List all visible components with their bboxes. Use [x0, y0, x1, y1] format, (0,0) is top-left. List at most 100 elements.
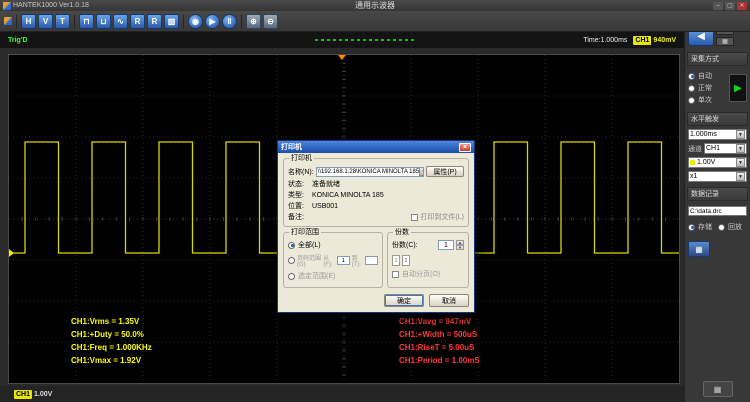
- printer-name-label: 名称(N):: [288, 167, 314, 177]
- radio-selected-icon: [288, 242, 295, 249]
- printer-name-value: \\192.168.1.28\KONICA MINOLTA 185: [318, 169, 420, 175]
- chevron-down-icon: ▼: [736, 172, 745, 181]
- ok-button[interactable]: 确定: [384, 294, 424, 307]
- printer-type-label: 类型:: [288, 190, 312, 200]
- chevron-down-icon: ▼: [736, 158, 745, 167]
- close-icon[interactable]: ✕: [737, 2, 747, 10]
- volts-div-value: 1.00V: [697, 159, 736, 166]
- record-play-label: 回放: [728, 222, 742, 232]
- acq-single-label: 单次: [698, 95, 712, 105]
- maximize-icon[interactable]: ▢: [725, 2, 735, 10]
- panel-grid-icon[interactable]: ▦: [716, 37, 734, 46]
- channel-value: CH1: [706, 145, 736, 152]
- timebase-value: 1.000ms: [690, 131, 736, 138]
- volts-div-select[interactable]: 1.00V ▼: [688, 157, 747, 168]
- range-pages-label: 页码范围(G): [297, 253, 321, 268]
- range-selection-label: 选定范围(E): [298, 271, 335, 281]
- toolbar: H V T ⊓ ⊔ ∿ R R ▥ ◉ ▶ ‖ ⊕ ⊖: [0, 11, 750, 32]
- measure-grid-button[interactable]: ▥: [164, 14, 179, 29]
- record-save-label: 存储: [698, 222, 712, 232]
- ref-wave-button[interactable]: R: [130, 14, 145, 29]
- zoom-out-icon[interactable]: ⊖: [263, 14, 278, 29]
- square-wave-button[interactable]: ⊓: [79, 14, 94, 29]
- ch1-color-chip: [690, 160, 695, 165]
- range-pages-radio[interactable]: 页码范围(G) 从(F): 到(T):: [288, 253, 378, 268]
- record-play-radio[interactable]: 回放: [718, 222, 742, 232]
- collate-checkbox[interactable]: 自动分页(O): [392, 269, 464, 279]
- horizontal-menu-button[interactable]: H: [21, 14, 36, 29]
- copies-count-label: 份数(C):: [392, 240, 418, 250]
- page-icon: 2: [402, 255, 410, 266]
- print-to-file-checkbox[interactable]: 打印到文件(L): [411, 212, 464, 222]
- radio-icon: [688, 85, 695, 92]
- record-path-input[interactable]: [688, 206, 747, 216]
- spin-down-icon[interactable]: ▼: [456, 245, 464, 250]
- trigger-menu-button[interactable]: T: [55, 14, 70, 29]
- acq-auto-radio[interactable]: 自动: [688, 71, 726, 81]
- range-all-radio[interactable]: 全部(L): [288, 240, 378, 250]
- cancel-button[interactable]: 取消: [429, 294, 469, 307]
- timebase-readout: Time:1.000ms: [583, 37, 627, 44]
- measurement-line: CH1:+Width = 500uS: [399, 328, 480, 341]
- measurements-right: CH1:Vavg = 947mV CH1:+Width = 500uS CH1:…: [399, 315, 480, 367]
- ch1-badge: CH1: [633, 36, 651, 45]
- timebase-select[interactable]: 1.000ms ▼: [688, 129, 747, 140]
- printer-comment-label: 备注:: [288, 212, 312, 222]
- printer-group-label: 打印机: [289, 155, 314, 162]
- run-button[interactable]: ▶: [205, 14, 220, 29]
- printer-name-select[interactable]: \\192.168.1.28\KONICA MINOLTA 185 ▼: [316, 167, 424, 177]
- record-button[interactable]: ◉: [188, 14, 203, 29]
- copies-group-label: 份数: [393, 229, 411, 236]
- record-settings-icon[interactable]: ▦: [688, 241, 710, 257]
- status-bar: Trig'D Time:1.000ms CH1 940mV: [0, 32, 684, 48]
- horizontal-section-header: 水平触发: [687, 112, 748, 126]
- ch1-badge-bottom[interactable]: CH1: [14, 390, 32, 399]
- app-title: 通用示波器: [0, 0, 750, 11]
- chevron-down-icon: ▼: [736, 130, 745, 139]
- ref-wave2-button[interactable]: R: [147, 14, 162, 29]
- zoom-in-icon[interactable]: ⊕: [246, 14, 261, 29]
- to-label: 到(T):: [352, 253, 363, 268]
- radio-icon: [288, 273, 295, 280]
- toolbar-separator: [16, 15, 17, 28]
- display-grid-icon[interactable]: ▦: [703, 381, 733, 397]
- printer-status-label: 状态:: [288, 179, 312, 189]
- probe-select[interactable]: x1 ▼: [688, 171, 747, 182]
- from-page-input[interactable]: [337, 256, 350, 265]
- oscilloscope-app: HANTEK1000 Ver1.0.18 通用示波器 – ▢ ✕ H V T ⊓…: [0, 0, 750, 402]
- toolbar-logo-icon: [4, 17, 12, 25]
- square-wave2-button[interactable]: ⊔: [96, 14, 111, 29]
- dialog-close-icon[interactable]: ×: [459, 143, 471, 152]
- printer-properties-button[interactable]: 属性(P): [426, 166, 464, 177]
- acq-single-radio[interactable]: 单次: [688, 95, 726, 105]
- pause-button[interactable]: ‖: [222, 14, 237, 29]
- radio-selected-icon: [688, 73, 695, 80]
- checkbox-icon: [411, 214, 418, 221]
- trigger-position-marker[interactable]: [338, 55, 346, 60]
- copies-input[interactable]: 1: [438, 240, 454, 250]
- copies-stepper[interactable]: ▲ ▼: [456, 240, 464, 250]
- printer-group: 打印机 名称(N): \\192.168.1.28\KONICA MINOLTA…: [283, 158, 469, 227]
- waveform-preview-strip[interactable]: [315, 39, 415, 41]
- print-to-file-label: 打印到文件(L): [420, 212, 464, 222]
- measurement-line: CH1:Period = 1.00mS: [399, 354, 480, 367]
- probe-value: x1: [690, 173, 736, 180]
- record-section-header: 数据记录: [687, 187, 748, 201]
- printer-status-value: 准备就绪: [312, 179, 340, 189]
- channel-select[interactable]: CH1 ▼: [704, 143, 747, 154]
- radio-icon: [288, 257, 295, 264]
- measurement-line: CH1:Vmax = 1.92V: [71, 354, 152, 367]
- minimize-icon[interactable]: –: [713, 2, 723, 10]
- record-save-radio[interactable]: 存储: [688, 222, 712, 232]
- sine-wave-button[interactable]: ∿: [113, 14, 128, 29]
- acq-normal-radio[interactable]: 正常: [688, 83, 726, 93]
- vertical-menu-button[interactable]: V: [38, 14, 53, 29]
- control-sidebar: 触发 ◀ ⋯ ▦ 采集方式 自动 正常 单次: [684, 11, 750, 402]
- dialog-titlebar[interactable]: 打印机 ×: [278, 141, 474, 153]
- range-selection-radio[interactable]: 选定范围(E): [288, 271, 378, 281]
- chevron-down-icon: ▼: [419, 167, 424, 176]
- to-page-input[interactable]: [365, 256, 378, 265]
- ch1-level-marker[interactable]: [9, 249, 14, 257]
- run-stop-icon[interactable]: ▶: [729, 74, 747, 102]
- dialog-title: 打印机: [281, 142, 302, 152]
